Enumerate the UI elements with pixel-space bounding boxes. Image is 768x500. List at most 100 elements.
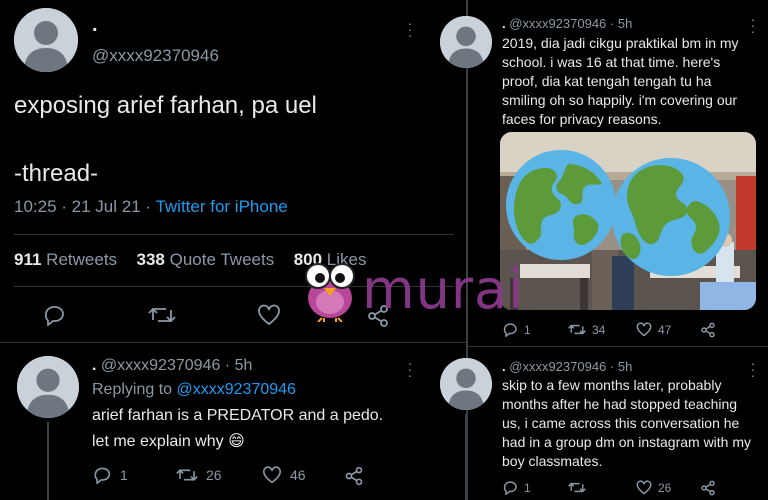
main-tweet-time: 10:25 · 21 Jul 21 ·	[14, 197, 156, 216]
reply-tweet-age: · 5h	[224, 357, 253, 374]
right-tweet-2-line4: had in a group dm on instagram with my	[502, 434, 752, 450]
right-tweet-1-line2: school. i was 16 at that time. here's	[502, 54, 721, 70]
share-icon	[345, 466, 363, 486]
reply-tweet-header: . @xxxx92370946 · 5h	[92, 357, 252, 375]
replying-to-line: Replying to @xxxx92370946	[92, 381, 296, 399]
default-avatar-icon	[17, 356, 79, 418]
murai-brand-text: murai	[362, 258, 525, 321]
main-tweet-avatar[interactable]	[14, 8, 78, 72]
default-avatar-icon	[440, 358, 492, 410]
right-tweet-2-line5: boy classmates.	[502, 453, 603, 469]
default-avatar-icon	[440, 16, 492, 68]
retweet-icon	[568, 324, 586, 335]
reply-tweet-like-count: 46	[290, 467, 306, 483]
reply-tweet-display-name[interactable]: .	[92, 357, 96, 374]
share-icon	[701, 480, 715, 496]
reply-tweet-more-icon[interactable]: · · ·	[407, 356, 413, 382]
reply-icon	[503, 481, 517, 495]
main-like-button[interactable]	[257, 304, 281, 326]
bird-mascot-icon	[305, 263, 355, 322]
reply-tweet-avatar[interactable]	[17, 356, 79, 418]
right-panel: . @xxxx92370946 · 5h · · · 2019, dia jadi …	[440, 0, 768, 500]
right-tweet-1-line1: 2019, dia jadi cikgu praktikal bm in my	[502, 35, 739, 51]
main-reply-button[interactable]	[42, 304, 66, 326]
retweet-icon	[148, 307, 176, 323]
right-tweet-1-text: 2019, dia jadi cikgu praktikal bm in my …	[502, 34, 762, 129]
retweets-label: Retweets	[46, 250, 118, 269]
main-tweet-client-link[interactable]: Twitter for iPhone	[155, 197, 287, 216]
right-tweet-1-like-button[interactable]: 47	[636, 322, 671, 337]
right-tweet-2-line2: months after he had stopped teaching	[502, 396, 738, 412]
right-tweet-2-line3: us, i came across this conversation he	[502, 415, 740, 431]
quotes-count: 338	[136, 250, 165, 269]
right-tweet-2-reply-button[interactable]: 1	[502, 480, 531, 495]
right-tweet-2-share-button[interactable]	[700, 480, 716, 496]
reply-icon	[44, 306, 64, 326]
reply-tweet-reply-count: 1	[120, 467, 128, 483]
main-tweet-text-thread: -thread-	[14, 160, 99, 187]
main-tweet-more-icon[interactable]: · · ·	[407, 16, 413, 42]
right-tweet-1-line4: smiling oh so happily. i'm covering our	[502, 92, 738, 108]
reply-tweet-retweet-button[interactable]: 26	[176, 466, 222, 484]
quotes-label: Quote Tweets	[169, 250, 275, 269]
main-tweet-handle[interactable]: @xxxx92370946	[92, 46, 219, 66]
right-tweet-1-display-name[interactable]: .	[502, 16, 506, 31]
right-tweet-1-avatar[interactable]	[440, 16, 492, 68]
reply-tweet-handle[interactable]: @xxxx92370946	[101, 357, 220, 374]
retweet-icon	[176, 469, 198, 481]
like-icon	[636, 480, 652, 495]
right-tweet-1-age: · 5h	[609, 16, 633, 31]
right-tweet-2-handle[interactable]: @xxxx92370946	[509, 359, 606, 374]
like-icon	[263, 466, 281, 484]
right-tweet-1-like-count: 47	[658, 322, 672, 337]
quotes-stat[interactable]: 338 Quote Tweets	[137, 250, 275, 269]
retweet-icon	[568, 482, 586, 493]
reply-icon	[94, 467, 111, 484]
right-tweet-2-retweet-button[interactable]	[568, 480, 586, 495]
replying-to-prefix: Replying to	[92, 381, 177, 398]
divider	[468, 346, 768, 347]
divider	[0, 342, 466, 343]
retweets-stat[interactable]: 911 Retweets	[14, 250, 117, 269]
murai-watermark: murai	[300, 258, 540, 328]
right-tweet-2-age: · 5h	[609, 359, 633, 374]
thread-line	[465, 414, 467, 500]
right-tweet-1-header: . @xxxx92370946 · 5h	[502, 16, 632, 31]
left-panel: . @xxxx92370946 · · · exposing arief farha…	[0, 0, 466, 500]
right-tweet-2-line1: skip to a few months later, probably	[502, 377, 722, 393]
like-icon	[636, 322, 652, 337]
right-tweet-1-line5: faces for privacy reasons.	[502, 111, 662, 127]
right-tweet-2-reply-count: 1	[524, 480, 531, 495]
right-tweet-2-like-count: 26	[658, 480, 672, 495]
like-icon	[258, 304, 280, 326]
default-avatar-icon	[14, 8, 78, 72]
right-tweet-1-more-icon[interactable]: · · ·	[750, 12, 756, 38]
right-tweet-2-like-button[interactable]: 26	[636, 480, 671, 495]
reply-tweet-share-button[interactable]	[344, 466, 364, 486]
right-tweet-1-handle[interactable]: @xxxx92370946	[509, 16, 606, 31]
right-tweet-1-line3: proof, dia kat tengah tengah tu ha	[502, 73, 712, 89]
right-tweet-2-display-name[interactable]: .	[502, 359, 506, 374]
main-tweet-display-name[interactable]: .	[92, 14, 98, 37]
earth-icon	[506, 150, 616, 260]
earth-icon	[612, 158, 730, 276]
reply-tweet-text-line1: arief farhan is a PREDATOR and a pedo.	[92, 407, 384, 424]
right-tweet-1-retweet-button[interactable]: 34	[568, 322, 605, 337]
reply-tweet-text-line2: let me explain why 😄	[92, 433, 245, 450]
reply-tweet-reply-button[interactable]: 1	[92, 466, 128, 484]
retweets-count: 911	[14, 250, 42, 269]
reply-tweet-like-button[interactable]: 46	[262, 466, 306, 484]
thread-line	[47, 422, 49, 500]
main-tweet-meta: 10:25 · 21 Jul 21 · Twitter for iPhone	[14, 197, 288, 217]
right-tweet-1-retweet-count: 34	[592, 322, 606, 337]
replying-to-handle-link[interactable]: @xxxx92370946	[177, 381, 296, 398]
main-tweet-text: exposing arief farhan, pa uel	[14, 92, 317, 119]
reply-tweet-retweet-count: 26	[206, 467, 222, 483]
divider	[14, 234, 454, 235]
right-tweet-1-share-button[interactable]	[700, 322, 716, 338]
right-tweet-2-text: skip to a few months later, probably mon…	[502, 376, 764, 471]
right-tweet-2-header: . @xxxx92370946 · 5h	[502, 359, 632, 374]
main-retweet-button[interactable]	[148, 304, 176, 326]
right-tweet-2-avatar[interactable]	[440, 358, 492, 410]
share-icon	[701, 322, 715, 338]
